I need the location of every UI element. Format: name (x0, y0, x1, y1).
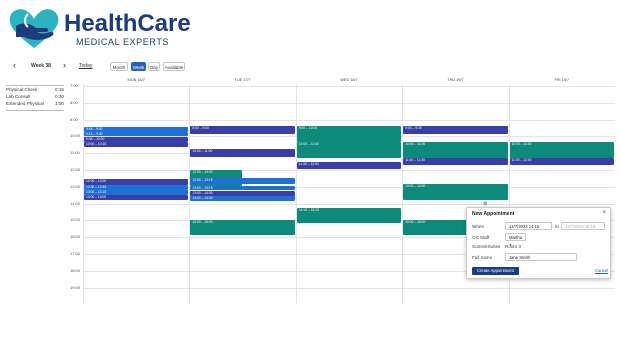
calendar-event[interactable]: 9:00 – 9:30 (403, 126, 508, 135)
calendar-event[interactable]: 10:00 – 10:15 (84, 142, 189, 147)
full-name-label: Full name (472, 255, 493, 260)
time-label: 9:00 (70, 116, 78, 122)
day-header: THU 19/7 (447, 78, 464, 82)
day-header: FRI 14/7 (554, 78, 570, 82)
calendar-event[interactable]: 8:00 – 9:00 (190, 126, 295, 135)
time-label: 17:00 (70, 251, 81, 256)
suite-label: SummitSuites (472, 244, 501, 249)
calendar-event[interactable]: 11:30 – 12:00 (509, 158, 614, 166)
calendar-event[interactable]: 12:30 – 12:45 (84, 185, 189, 190)
calendar-event[interactable]: 13:00 – 13:30 (190, 196, 295, 201)
calendar-event[interactable]: 9:15 – 9:30 (84, 132, 189, 137)
popup-title: New Appointment (472, 211, 515, 217)
hour-gridline (83, 170, 615, 171)
create-appointment-button[interactable]: Create Appointment (472, 267, 519, 275)
staff-label: OS Staff (472, 235, 490, 240)
suite-value: Room 3 (505, 244, 522, 249)
calendar-event[interactable]: 9:45 – 10:00 (84, 137, 189, 142)
day-header: WED 18/7 (340, 78, 358, 82)
hour-gridline (83, 119, 615, 121)
calendar-event[interactable]: 13:00 – 14:00 (190, 191, 295, 196)
time-label: 8:00 (70, 99, 78, 105)
to-label: to (555, 224, 559, 229)
time-label: 12:00 (70, 167, 81, 172)
time-label: 14:00 (70, 200, 81, 206)
calendar-event[interactable]: 12:00 – 13:00 (84, 179, 189, 185)
new-appointment-popup: New Appointment × When 14/7/2023 14:15 t… (466, 207, 611, 279)
calendar-event[interactable]: 13:00 – 13:15 (84, 190, 189, 195)
calendar-event[interactable]: 10:00 – 11:00 (403, 142, 508, 158)
calendar-event[interactable]: 13:00 – 13:15 (190, 185, 295, 191)
time-label: 16:00 (70, 234, 81, 240)
hour-gridline (83, 102, 615, 104)
time-label: 10:00 (70, 133, 81, 139)
full-name-input[interactable]: Jane Smith (505, 253, 577, 261)
when-end-input[interactable]: 14/7/2023 15:15 (561, 222, 605, 230)
calendar-event[interactable]: 14:15 – 15:15 (296, 207, 402, 224)
calendar-event[interactable]: 13:00 – 14:00 (403, 184, 508, 200)
day-header: TUE 17/7 (234, 78, 251, 82)
day-header: MON 16/7 (127, 78, 145, 82)
calendar-event[interactable]: 10:00 – 11:00 (509, 142, 614, 158)
calendar-event[interactable]: 11:30 – 12:00 (296, 161, 402, 169)
hour-gridline (83, 203, 615, 205)
calendar-event[interactable]: 13:00 – 13:15 (190, 178, 295, 184)
time-label: 18:00 (70, 267, 81, 273)
when-start-input[interactable]: 14/7/2023 14:15 (505, 222, 552, 230)
time-label: 19:00 (70, 284, 81, 290)
cancel-link[interactable]: Cancel (595, 268, 608, 273)
staff-select[interactable]: Martha ▼ (505, 233, 526, 247)
calendar-event[interactable]: 15:00 – 16:00 (190, 219, 295, 235)
close-icon[interactable]: × (602, 210, 606, 216)
calendar-event[interactable]: 13:00 – 14:00 (84, 195, 189, 200)
calendar-event[interactable]: 9:00 – 10:00 (296, 126, 402, 142)
calendar-event[interactable]: 11:00 – 11:30 (403, 158, 508, 166)
when-label: When (472, 224, 485, 229)
hour-gridline (83, 287, 615, 289)
time-label: 7:00 (70, 83, 78, 88)
week-calendar: MON 16/7 TUE 17/7 WED 18/7 THU 19/7 FRI 14/7… (0, 0, 620, 354)
time-label: 13:00 (70, 183, 81, 189)
time-label: 15:00 (70, 217, 81, 223)
calendar-event[interactable]: 10:00 – 11:00 (190, 149, 295, 157)
hour-gridline (83, 86, 615, 87)
calendar-event[interactable]: 10:00 – 11:00 (296, 142, 402, 158)
calendar-event[interactable]: 9:45 – 9:30 (84, 127, 189, 132)
time-label: 11:00 (70, 150, 80, 156)
